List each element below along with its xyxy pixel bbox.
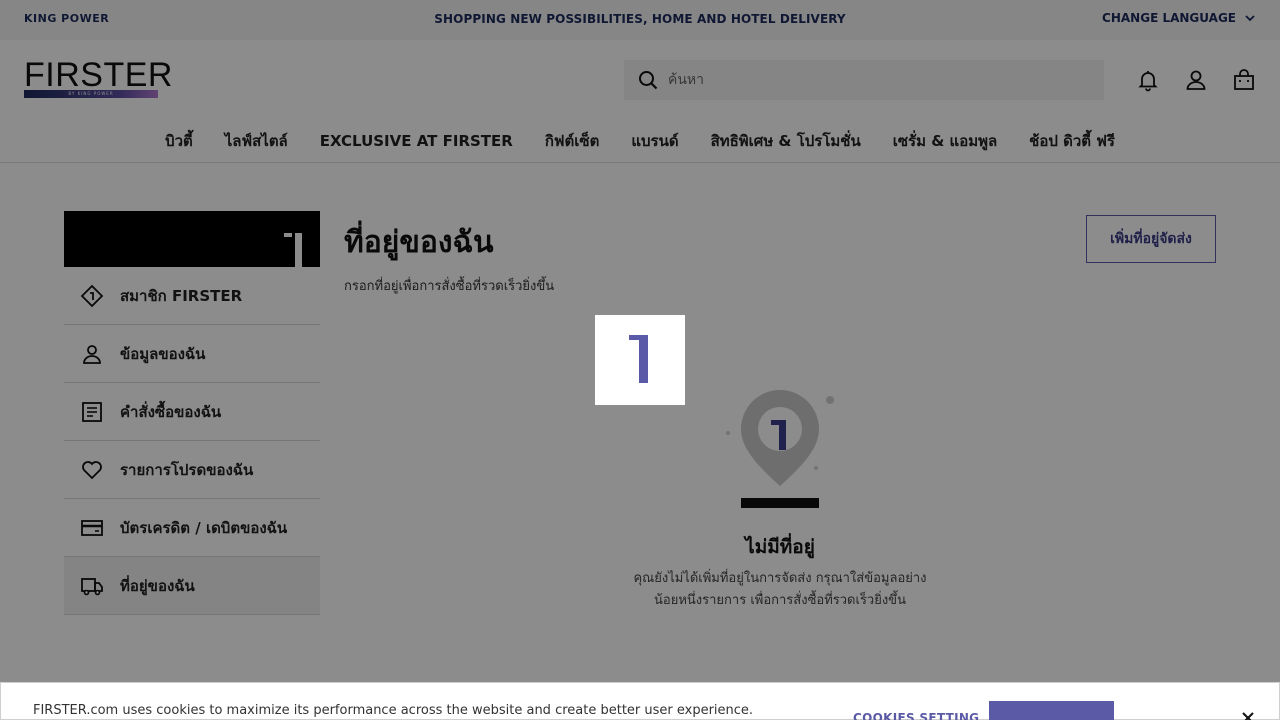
accept-all-button[interactable]: ACCEPT ALL — [989, 701, 1114, 720]
loader-mark-stem — [639, 335, 648, 383]
loader-mark — [629, 335, 639, 340]
loading-spinner — [595, 315, 685, 405]
close-icon[interactable] — [1239, 709, 1257, 720]
cookie-text: FIRSTER.com uses cookies to maximize its… — [33, 703, 754, 718]
cookies-setting-button[interactable]: COOKIES SETTING — [853, 711, 979, 720]
cookie-banner: FIRSTER.com uses cookies to maximize its… — [0, 682, 1280, 720]
